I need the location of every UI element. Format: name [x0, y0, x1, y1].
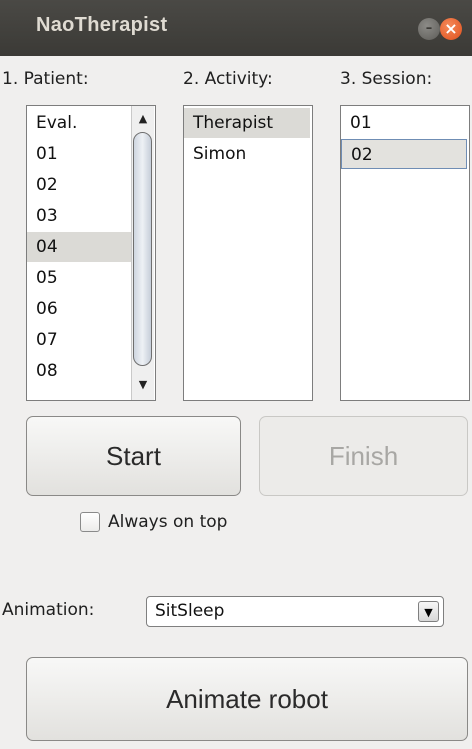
scrollbar-thumb[interactable]: [133, 132, 152, 366]
always-on-top-label: Always on top: [108, 512, 228, 532]
activity-label: 2. Activity:: [183, 69, 273, 89]
list-item[interactable]: 03: [27, 201, 131, 231]
always-on-top-checkbox[interactable]: [80, 512, 100, 532]
list-item[interactable]: 01: [27, 139, 131, 169]
activity-list[interactable]: Therapist Simon: [183, 105, 313, 401]
chevron-down-icon[interactable]: ▼: [418, 601, 439, 622]
animation-select-value: SitSleep: [155, 601, 225, 621]
list-item[interactable]: Eval.: [27, 108, 131, 138]
list-item[interactable]: 06: [27, 294, 131, 324]
animate-robot-button[interactable]: Animate robot: [26, 657, 468, 741]
title-bar[interactable]: NaoTherapist: [0, 0, 472, 56]
finish-button[interactable]: Finish: [259, 416, 468, 496]
list-item[interactable]: 02: [341, 139, 467, 169]
list-item[interactable]: 08: [27, 356, 131, 386]
list-item[interactable]: 02: [27, 170, 131, 200]
session-list[interactable]: 01 02: [340, 105, 470, 401]
list-item[interactable]: 04: [27, 232, 131, 262]
patient-list[interactable]: Eval. 01 02 03 04 05 06 07 08 ▲ ▼: [26, 105, 156, 401]
list-item[interactable]: Therapist: [184, 108, 310, 138]
list-item[interactable]: Simon: [184, 139, 310, 169]
start-button[interactable]: Start: [26, 416, 241, 496]
list-item[interactable]: 05: [27, 263, 131, 293]
list-item[interactable]: 07: [27, 325, 131, 355]
animation-select[interactable]: SitSleep ▼: [146, 596, 444, 627]
patient-scrollbar[interactable]: ▲ ▼: [131, 106, 154, 400]
scroll-down-icon[interactable]: ▼: [132, 374, 154, 396]
animation-label: Animation:: [2, 600, 95, 620]
close-icon[interactable]: [440, 18, 462, 40]
minimize-icon[interactable]: [418, 18, 440, 40]
window-title: NaoTherapist: [36, 14, 168, 36]
scroll-up-icon[interactable]: ▲: [132, 108, 154, 130]
patient-label: 1. Patient:: [2, 69, 89, 89]
session-label: 3. Session:: [340, 69, 433, 89]
list-item[interactable]: 01: [341, 108, 467, 138]
